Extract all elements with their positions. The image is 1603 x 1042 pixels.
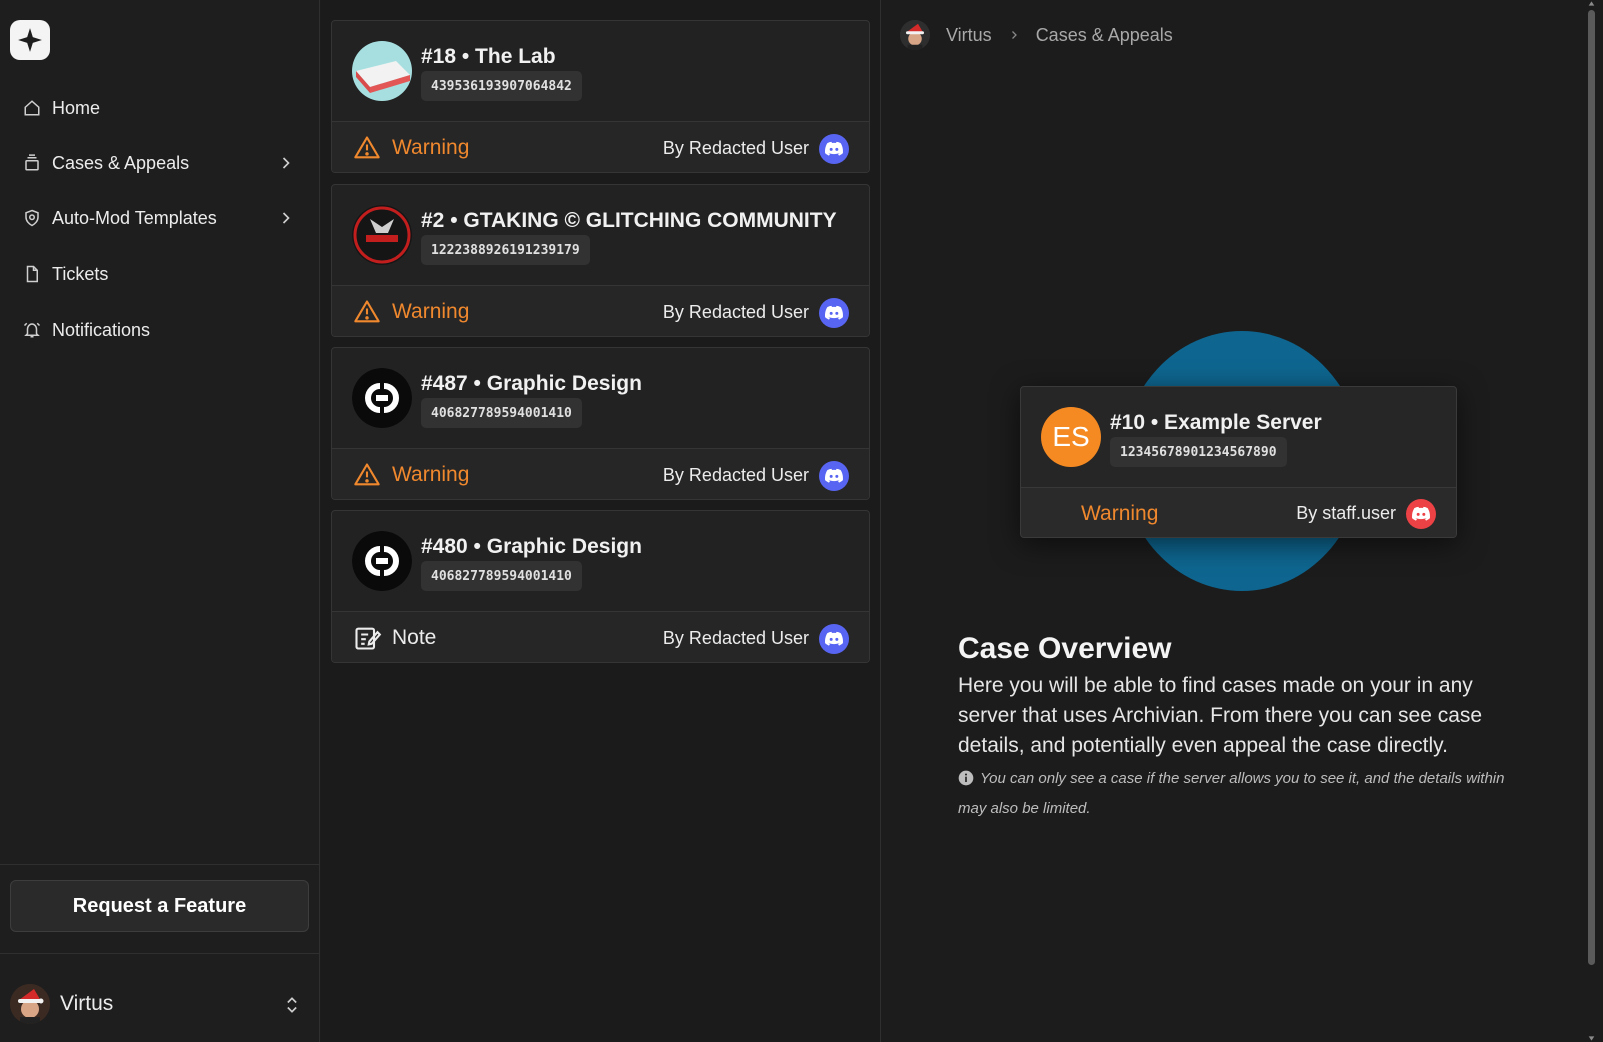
- home-icon: [22, 98, 42, 118]
- case-card-footer: Warning By staff.user: [1021, 487, 1456, 537]
- nav-notifications-label: Notifications: [52, 319, 151, 340]
- case-card-header: #480 • Graphic Design 406827789594001410: [332, 511, 869, 611]
- file-icon: [22, 264, 42, 284]
- server-id-badge: 439536193907064842: [421, 71, 582, 101]
- breadcrumb-current-page: Cases & Appeals: [1035, 24, 1173, 45]
- case-card-header: #487 • Graphic Design 406827789594001410: [332, 348, 869, 448]
- nav-cases-appeals[interactable]: Cases & Appeals: [10, 141, 310, 185]
- overview-note: You can only see a case if the server al…: [958, 764, 1518, 824]
- discord-icon: [1406, 499, 1436, 529]
- gtaking-server-icon: [352, 205, 412, 265]
- sidebar: Home Cases & Appeals Auto-Mod Templates …: [0, 0, 320, 1042]
- case-type-label: Warning: [392, 463, 470, 486]
- chevron-right-icon: [282, 212, 290, 224]
- case-type-label: Warning: [392, 136, 470, 159]
- overview-note-text: You can only see a case if the server al…: [958, 770, 1505, 817]
- overview-description: Here you will be able to find cases made…: [958, 674, 1483, 757]
- case-card-footer: Warning By Redacted User: [332, 285, 869, 336]
- nav-automod-templates[interactable]: Auto-Mod Templates: [10, 196, 310, 240]
- nav-notifications[interactable]: Notifications: [10, 308, 310, 352]
- nav-cases-label: Cases & Appeals: [52, 152, 190, 173]
- app-logo[interactable]: [10, 20, 50, 60]
- avatar: [10, 984, 50, 1024]
- case-card-header: #18 • The Lab 439536193907064842: [332, 21, 869, 121]
- server-id-badge: 12345678901234567890: [1110, 437, 1287, 467]
- case-list: #18 • The Lab 439536193907064842 Warning…: [321, 0, 881, 1042]
- scroll-up-arrow-icon[interactable]: [1588, 0, 1595, 7]
- graphic-design-server-icon: [352, 368, 412, 428]
- case-title: #18 • The Lab: [421, 45, 556, 68]
- example-case-preview: ES #10 • Example Server 1234567890123456…: [1020, 386, 1457, 538]
- bell-icon: [22, 320, 42, 340]
- case-card[interactable]: #487 • Graphic Design 406827789594001410…: [331, 347, 870, 500]
- user-menu[interactable]: Virtus: [10, 982, 310, 1026]
- case-card[interactable]: #480 • Graphic Design 406827789594001410…: [331, 510, 870, 663]
- warning-icon: [354, 463, 380, 486]
- discord-icon[interactable]: [819, 461, 849, 491]
- info-icon: [958, 770, 974, 786]
- breadcrumb-user[interactable]: Virtus: [946, 25, 992, 46]
- server-id-badge: 406827789594001410: [421, 398, 582, 428]
- case-title: #10 • Example Server: [1110, 411, 1322, 434]
- server-id-badge: 1222388926191239179: [421, 235, 590, 265]
- avatar: [900, 20, 930, 50]
- sparkle-logo-icon: [18, 28, 42, 52]
- the-lab-server-icon: [352, 41, 412, 101]
- case-author: By Redacted User: [662, 465, 809, 485]
- nav-automod-label: Auto-Mod Templates: [52, 207, 217, 228]
- case-card-footer: Note By Redacted User: [332, 611, 869, 662]
- server-initials-avatar: ES: [1041, 407, 1101, 467]
- chevron-up-down-icon: [287, 997, 297, 1013]
- note-icon: [355, 627, 382, 650]
- case-card[interactable]: #2 • GTAKING © GLITCHING COMMUNITY 12223…: [331, 184, 870, 337]
- shield-icon: [22, 208, 42, 228]
- case-card-footer: Warning By Redacted User: [332, 121, 869, 172]
- discord-icon[interactable]: [819, 298, 849, 328]
- case-card-footer: Warning By Redacted User: [332, 448, 869, 499]
- discord-icon[interactable]: [819, 624, 849, 654]
- warning-icon: [354, 136, 380, 159]
- sidebar-divider: [0, 953, 320, 954]
- case-card-header: #2 • GTAKING © GLITCHING COMMUNITY 12223…: [332, 185, 869, 285]
- chevron-right-icon: [282, 157, 290, 169]
- case-title: #2 • GTAKING © GLITCHING COMMUNITY: [421, 209, 837, 232]
- warning-icon: [354, 300, 380, 323]
- nav-tickets-label: Tickets: [52, 263, 109, 284]
- case-type-label: Warning: [1081, 502, 1159, 525]
- case-author: By Redacted User: [662, 302, 809, 322]
- nav-tickets[interactable]: Tickets: [10, 252, 310, 296]
- overview-title: Case Overview: [958, 632, 1172, 665]
- breadcrumb: Virtus Cases & Appeals: [900, 20, 1173, 50]
- nav-home[interactable]: Home: [10, 86, 310, 130]
- case-author: By Redacted User: [662, 138, 809, 158]
- discord-icon[interactable]: [819, 134, 849, 164]
- nav-home-label: Home: [52, 97, 101, 118]
- detail-panel: Virtus Cases & Appeals ES #10 • Example …: [882, 0, 1603, 1042]
- chevron-right-icon: [1008, 29, 1020, 41]
- case-card[interactable]: #18 • The Lab 439536193907064842 Warning…: [331, 20, 870, 173]
- cases-icon: [22, 153, 42, 173]
- case-title: #480 • Graphic Design: [421, 535, 642, 558]
- case-type-label: Note: [392, 626, 437, 649]
- server-id-badge: 406827789594001410: [421, 561, 582, 591]
- case-author: By staff.user: [1296, 503, 1396, 523]
- user-name: Virtus: [60, 992, 114, 1015]
- scrollbar[interactable]: [1588, 10, 1595, 965]
- case-type-label: Warning: [392, 300, 470, 323]
- case-title: #487 • Graphic Design: [421, 372, 642, 395]
- request-feature-button[interactable]: Request a Feature: [10, 880, 309, 932]
- scroll-down-arrow-icon[interactable]: [1588, 1035, 1595, 1042]
- sidebar-divider: [0, 864, 320, 865]
- graphic-design-server-icon: [352, 531, 412, 591]
- case-author: By Redacted User: [662, 628, 809, 648]
